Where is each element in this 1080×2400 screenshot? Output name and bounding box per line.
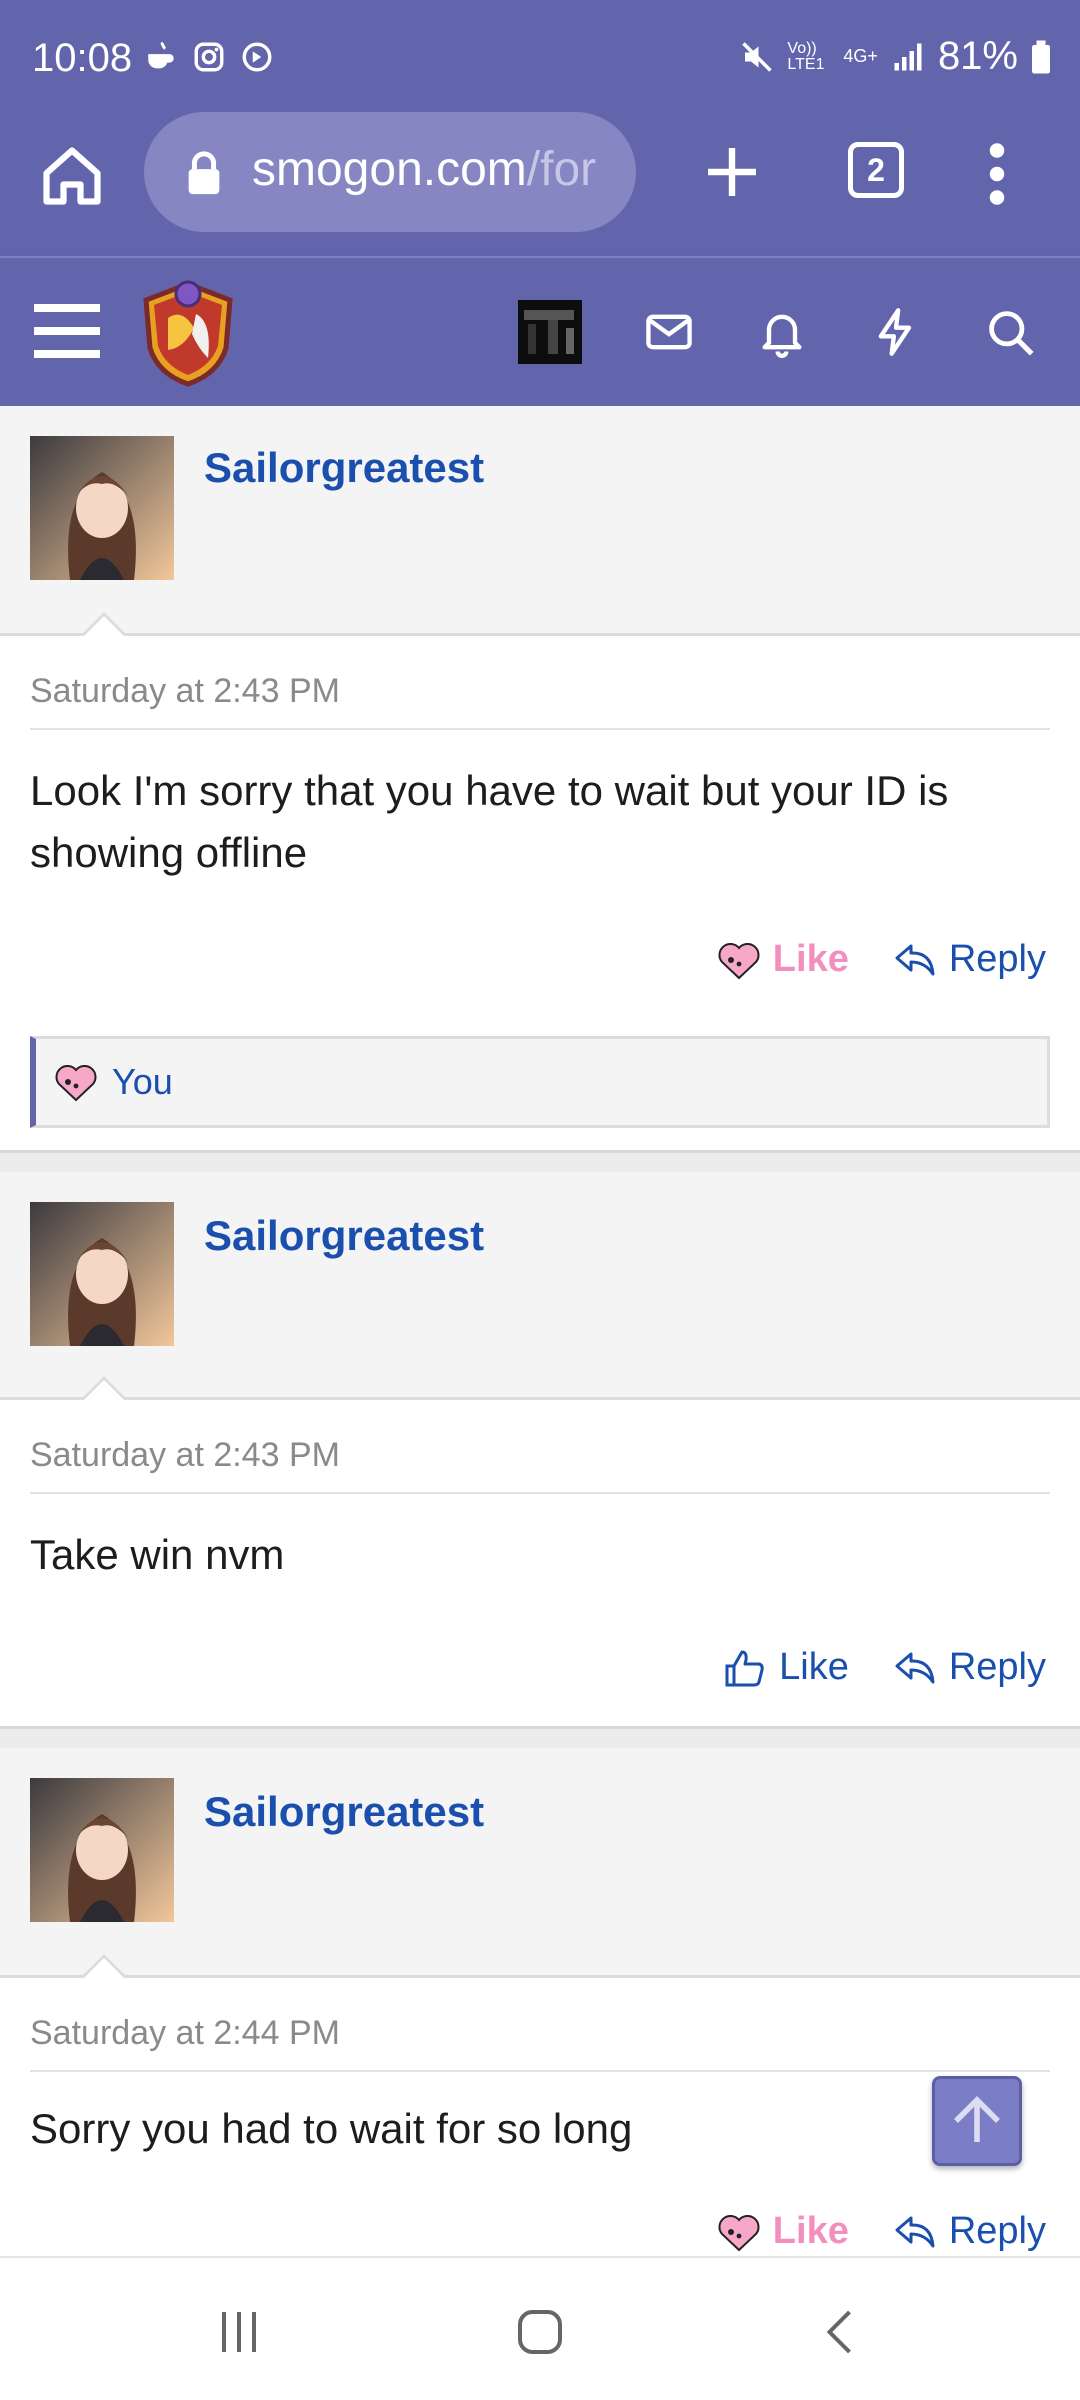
heart-reaction-icon xyxy=(55,1065,97,1102)
like-label: Like xyxy=(772,938,849,980)
post-body: Saturday at 2:43 PM Look I'm sorry that … xyxy=(0,636,1080,1150)
status-time: 10:08 xyxy=(32,36,133,80)
site-header xyxy=(0,256,1080,406)
tab-switcher-button[interactable]: 2 xyxy=(848,142,904,198)
tab-count: 2 xyxy=(867,151,885,188)
post-date[interactable]: Saturday at 2:43 PM xyxy=(30,672,340,711)
mail-icon[interactable] xyxy=(643,306,695,358)
post-body: Saturday at 2:43 PM Take win nvm Like Re… xyxy=(0,1400,1080,1726)
like-button[interactable]: Like xyxy=(717,938,849,981)
post-separator xyxy=(0,1150,1080,1172)
bell-icon[interactable] xyxy=(756,306,808,358)
reaction-users[interactable]: You xyxy=(112,1061,173,1103)
lock-icon xyxy=(188,151,220,195)
search-icon[interactable] xyxy=(984,306,1036,358)
divider xyxy=(30,728,1050,730)
divider xyxy=(30,2070,1050,2072)
author-username[interactable]: Sailorgreatest xyxy=(204,444,484,492)
like-label: Like xyxy=(779,1646,849,1688)
sync-icon xyxy=(242,42,272,72)
instagram-icon xyxy=(194,42,224,72)
signal-icon xyxy=(894,43,922,70)
battery-percent: 81% xyxy=(937,34,1018,78)
reply-button[interactable]: Reply xyxy=(893,2210,1046,2253)
network-label: 4G+ xyxy=(843,46,878,66)
status-bar: 10:08 Vo)) LTE1 4G+ 81% xyxy=(0,0,1080,120)
home-icon[interactable] xyxy=(38,142,106,210)
heart-reaction-icon xyxy=(718,2214,760,2251)
post-message: Sorry you had to wait for so long xyxy=(30,2105,633,2152)
heart-reaction-icon xyxy=(718,942,760,979)
reply-label: Reply xyxy=(948,938,1046,980)
status-right: Vo)) LTE1 4G+ 81% xyxy=(739,34,1052,79)
post-actions: Like Reply xyxy=(717,2210,1046,2253)
cup-icon xyxy=(148,41,174,69)
post-author-block: Sailorgreatest xyxy=(0,1748,1080,1979)
post-date[interactable]: Saturday at 2:43 PM xyxy=(30,1436,340,1475)
system-nav-bar xyxy=(0,2256,1080,2400)
thumbs-up-icon xyxy=(725,1650,764,1686)
arrow-up-icon xyxy=(954,2096,1000,2142)
author-avatar[interactable] xyxy=(30,1202,174,1346)
post-actions: Like Reply xyxy=(723,1646,1046,1689)
volte-label: Vo)) LTE1 xyxy=(787,39,825,73)
post: Sailorgreatest Saturday at 2:44 PM Sorry… xyxy=(0,1748,1080,2256)
bolt-icon[interactable] xyxy=(870,306,922,358)
reply-icon xyxy=(895,1652,935,1683)
reply-button[interactable]: Reply xyxy=(893,1646,1046,1689)
author-avatar[interactable] xyxy=(30,436,174,580)
browser-toolbar: smogon.com/for 2 xyxy=(0,112,1080,256)
url-bar[interactable]: smogon.com/for xyxy=(144,112,636,232)
reply-label: Reply xyxy=(948,1646,1046,1688)
post: Sailorgreatest Saturday at 2:43 PM Look … xyxy=(0,406,1080,1150)
post-caret-fill xyxy=(83,616,125,637)
menu-icon[interactable] xyxy=(34,302,100,360)
like-button[interactable]: Like xyxy=(723,1646,849,1689)
new-tab-icon[interactable] xyxy=(700,140,764,204)
url-domain: smogon.com xyxy=(252,143,527,196)
post-caret-fill xyxy=(83,1380,125,1401)
author-username[interactable]: Sailorgreatest xyxy=(204,1212,484,1260)
reply-icon xyxy=(895,2216,935,2247)
more-options-icon[interactable] xyxy=(982,142,1012,206)
back-icon[interactable] xyxy=(812,2302,872,2362)
battery-icon xyxy=(1032,40,1050,73)
post-message: Take win nvm xyxy=(30,1531,285,1578)
post-body: Saturday at 2:44 PM Sorry you had to wai… xyxy=(0,1978,1080,2256)
mute-icon xyxy=(742,41,773,72)
url-path: /for xyxy=(526,143,597,196)
post-author-block: Sailorgreatest xyxy=(0,406,1080,637)
post-message: Look I'm sorry that you have to wait but… xyxy=(30,767,949,876)
like-button[interactable]: Like xyxy=(717,2210,849,2253)
reactions-bar[interactable]: You xyxy=(30,1036,1050,1128)
home-nav-icon[interactable] xyxy=(510,2302,570,2362)
divider xyxy=(30,1492,1050,1494)
author-avatar[interactable] xyxy=(30,1778,174,1922)
recent-apps-icon[interactable] xyxy=(209,2302,269,2362)
user-avatar[interactable] xyxy=(518,300,582,364)
site-logo[interactable] xyxy=(138,278,238,388)
reply-label: Reply xyxy=(948,2210,1046,2252)
post: Sailorgreatest Saturday at 2:43 PM Take … xyxy=(0,1172,1080,1726)
post-separator xyxy=(0,1726,1080,1748)
like-label: Like xyxy=(772,2210,849,2252)
author-username[interactable]: Sailorgreatest xyxy=(204,1788,484,1836)
post-date[interactable]: Saturday at 2:44 PM xyxy=(30,2014,340,2053)
post-actions: Like Reply xyxy=(717,938,1046,981)
reply-button[interactable]: Reply xyxy=(893,938,1046,981)
scroll-to-top-button[interactable] xyxy=(932,2076,1022,2166)
post-author-block: Sailorgreatest xyxy=(0,1172,1080,1401)
reply-icon xyxy=(895,944,935,975)
url-text: smogon.com/for xyxy=(252,142,596,197)
post-caret-fill xyxy=(83,1958,125,1979)
status-icons-left xyxy=(144,40,274,74)
